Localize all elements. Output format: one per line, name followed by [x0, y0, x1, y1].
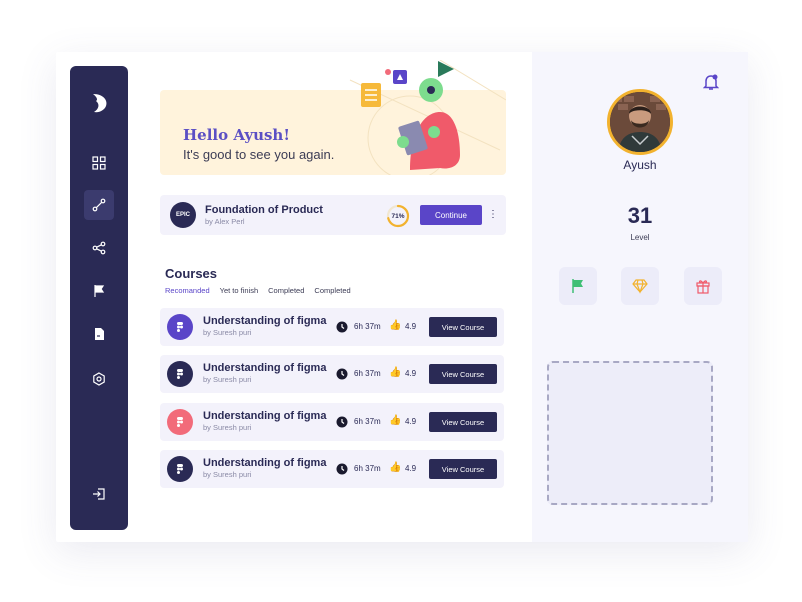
thumbs-up-icon: 👍 [389, 320, 402, 331]
progress-percent: 71% [391, 212, 405, 220]
tab-recommended[interactable]: Recomanded [165, 286, 210, 295]
clock-icon [336, 416, 348, 428]
logout-icon [93, 488, 105, 500]
course-row[interactable]: Understanding of figma by Suresh puri 6h… [160, 450, 504, 488]
course-tabs: Recomanded Yet to finish Completed Compl… [165, 286, 351, 295]
clock-icon [336, 368, 348, 380]
course-rating: 4.9 [405, 417, 417, 426]
course-row-icon [167, 314, 193, 340]
course-row[interactable]: Understanding of figma by Suresh puri 6h… [160, 403, 504, 441]
tab-completed[interactable]: Completed [268, 286, 304, 295]
tab-yet-to-finish[interactable]: Yet to finish [220, 286, 259, 295]
thumbs-up-icon: 👍 [389, 367, 402, 378]
course-title: Understanding of figma [203, 410, 327, 422]
current-course-author: by Alex Perl [205, 217, 245, 226]
diamond-badge[interactable] [621, 267, 659, 305]
view-course-button[interactable]: View Course [429, 459, 497, 479]
course-rating: 4.9 [405, 464, 417, 473]
flag-icon [94, 285, 105, 297]
view-course-button[interactable]: View Course [429, 412, 497, 432]
sidebar-item-goals[interactable] [84, 276, 114, 306]
sidebar-item-logout[interactable] [84, 479, 114, 509]
view-course-button[interactable]: View Course [429, 317, 497, 337]
current-course-title: Foundation of Product [205, 204, 323, 216]
sidebar-item-network[interactable] [84, 233, 114, 263]
sidebar-item-settings[interactable] [84, 364, 114, 394]
sidebar-item-roadmap[interactable] [84, 190, 114, 220]
sidebar-item-documents[interactable] [84, 319, 114, 349]
dropzone-placeholder[interactable] [547, 361, 713, 505]
banner-illustration [349, 60, 506, 175]
figma-icon [177, 417, 183, 427]
avatar[interactable] [607, 89, 673, 155]
user-photo [610, 92, 670, 152]
more-options-icon[interactable]: ⋮ [488, 206, 498, 224]
figma-icon [177, 369, 183, 379]
route-icon [92, 198, 106, 212]
gift-badge[interactable] [684, 267, 722, 305]
view-course-button[interactable]: View Course [429, 364, 497, 384]
course-author: by Suresh puri [203, 328, 252, 337]
course-title: Understanding of figma [203, 362, 327, 374]
course-author: by Suresh puri [203, 470, 252, 479]
course-author: by Suresh puri [203, 423, 252, 432]
sidebar [70, 66, 128, 530]
settings-hexagon-icon [93, 372, 105, 386]
grid-icon [92, 156, 106, 170]
diamond-badge-icon [632, 279, 648, 294]
course-row[interactable]: Understanding of figma by Suresh puri 6h… [160, 308, 504, 346]
course-title: Understanding of figma [203, 315, 327, 327]
courses-heading: Courses [165, 266, 218, 281]
sidebar-item-dashboard[interactable] [84, 148, 114, 178]
tab-completed-2[interactable]: Completed [314, 286, 350, 295]
level-number: 31 [627, 203, 653, 228]
document-icon [95, 328, 104, 340]
app-logo-icon[interactable] [90, 92, 110, 114]
user-name: Ayush [623, 158, 657, 172]
course-row-icon [167, 456, 193, 482]
course-row[interactable]: Understanding of figma by Suresh puri 6h… [160, 355, 504, 393]
course-duration: 6h 37m [354, 322, 381, 331]
course-title: Understanding of figma [203, 457, 327, 469]
flag-badge[interactable] [559, 267, 597, 305]
figma-icon [177, 322, 183, 332]
course-duration: 6h 37m [354, 369, 381, 378]
share-icon [92, 241, 106, 255]
course-rating: 4.9 [405, 369, 417, 378]
course-row-icon [167, 409, 193, 435]
course-rating: 4.9 [405, 322, 417, 331]
thumbs-up-icon: 👍 [389, 462, 402, 473]
notification-bell-icon[interactable] [703, 73, 719, 91]
course-duration: 6h 37m [354, 464, 381, 473]
greeting-subtitle: It's good to see you again. [183, 147, 335, 162]
clock-icon [336, 321, 348, 333]
continue-button[interactable]: Continue [420, 205, 482, 225]
course-duration: 6h 37m [354, 417, 381, 426]
clock-icon [336, 463, 348, 475]
course-logo: EPIC [170, 202, 196, 228]
course-row-icon [167, 361, 193, 387]
gift-badge-icon [696, 280, 710, 294]
greeting-title: Hello Ayush! [183, 126, 290, 144]
figma-icon [177, 464, 183, 474]
course-author: by Suresh puri [203, 375, 252, 384]
flag-badge-icon [572, 279, 583, 293]
thumbs-up-icon: 👍 [389, 415, 402, 426]
level-label: Level [630, 233, 650, 242]
